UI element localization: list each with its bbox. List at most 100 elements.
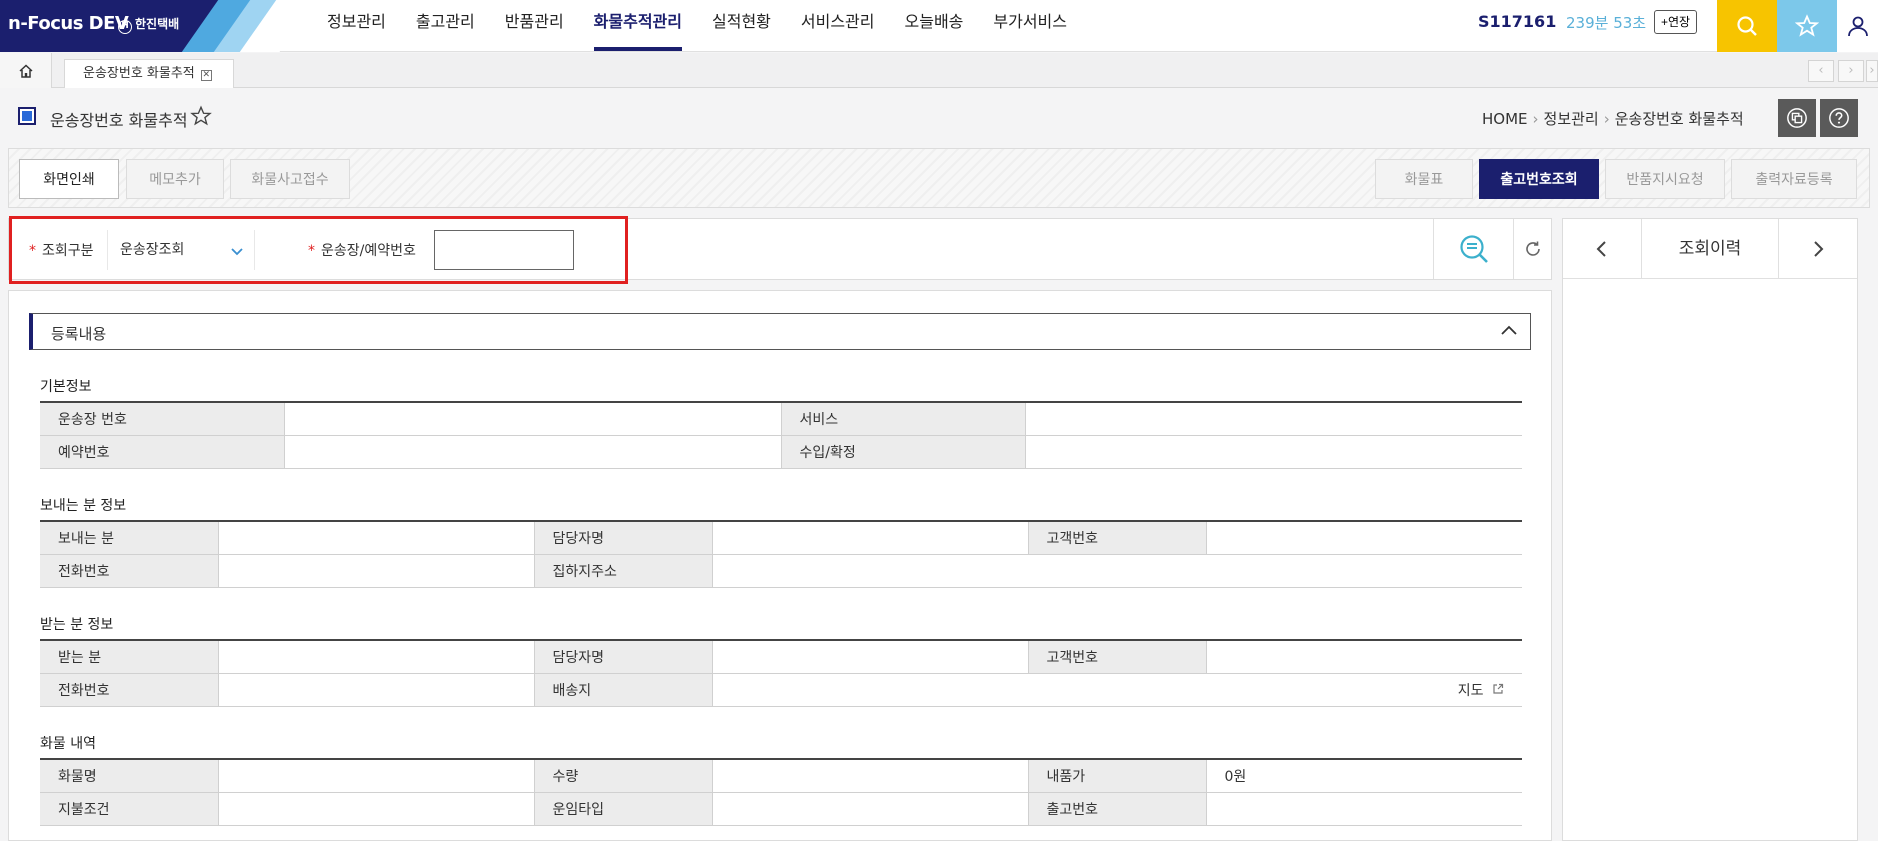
user-menu-button[interactable] <box>1837 0 1878 52</box>
add-memo-button[interactable]: 메모추가 <box>126 159 224 199</box>
table-row: 전화번호 배송지 지도 <box>40 673 1522 707</box>
sender-name-header: 보내는 분 <box>40 521 219 555</box>
nav-item-return[interactable]: 반품관리 <box>490 0 579 52</box>
tab-bar: 운송장번호 화물추적 ✕ ‹ › › <box>0 53 1878 88</box>
nav-item-extra-service[interactable]: 부가서비스 <box>978 0 1082 52</box>
payment-terms-header: 지불조건 <box>40 792 219 826</box>
nav-item-tracking[interactable]: 화물추적관리 <box>579 0 697 52</box>
company-name: H 한진택배 <box>118 15 179 34</box>
receiver-info-table: 받는 분 담당자명 고객번호 전화번호 배송지 지도 <box>40 639 1522 707</box>
table-row: 운송장 번호 서비스 <box>40 402 1522 436</box>
map-link[interactable]: 지도 <box>1458 680 1504 700</box>
release-number-lookup-button[interactable]: 출고번호조회 <box>1479 159 1599 199</box>
return-request-button[interactable]: 반품지시요청 <box>1605 159 1725 199</box>
search-icon <box>1737 16 1757 36</box>
help-icon <box>1829 108 1849 128</box>
search-button[interactable] <box>1433 219 1513 279</box>
cargo-name-value <box>218 759 535 793</box>
global-search-button[interactable] <box>1717 0 1777 52</box>
waybill-number-header: 운송장 번호 <box>40 402 285 436</box>
external-link-icon <box>1493 683 1504 694</box>
section-header-registration[interactable]: 등록내용 <box>29 313 1531 350</box>
sender-name-value <box>218 521 535 555</box>
nav-item-release[interactable]: 출고관리 <box>401 0 490 52</box>
delivery-address-header: 배송지 <box>534 673 713 707</box>
import-confirm-header: 수입/확정 <box>781 435 1026 469</box>
copy-screen-button[interactable] <box>1778 99 1816 137</box>
star-icon <box>1795 14 1819 37</box>
main-nav: 정보관리 출고관리 반품관리 화물추적관리 실적현황 서비스관리 오늘배송 부가… <box>312 0 1082 52</box>
chevron-up-icon[interactable] <box>1500 322 1518 344</box>
cargo-name-header: 화물명 <box>40 759 219 793</box>
release-number-value <box>1206 792 1522 826</box>
group-title-sender: 보내는 분 정보 <box>40 498 127 514</box>
report-accident-button[interactable]: 화물사고접수 <box>230 159 350 199</box>
hanjin-logo-icon: H <box>118 20 132 34</box>
nav-item-info[interactable]: 정보관리 <box>312 0 401 52</box>
tab-waybill-tracking[interactable]: 운송장번호 화물추적 ✕ <box>64 59 234 88</box>
page-icon <box>18 107 36 125</box>
quantity-header: 수량 <box>534 759 713 793</box>
history-panel: 조회이력 <box>1562 218 1858 841</box>
output-register-button[interactable]: 출력자료등록 <box>1731 159 1857 199</box>
receiver-manager-value <box>712 640 1029 674</box>
delivery-address-value: 지도 <box>712 673 1522 707</box>
help-button[interactable] <box>1820 99 1858 137</box>
history-next-button[interactable] <box>1779 219 1857 279</box>
session-timer: 239분 53초 <box>1566 14 1647 32</box>
group-title-receiver: 받는 분 정보 <box>40 617 114 633</box>
chevron-right-icon: › <box>1848 63 1854 78</box>
waybill-number-value <box>284 402 782 436</box>
receiver-phone-value <box>218 673 535 707</box>
table-row: 지불조건 운임타입 출고번호 <box>40 792 1522 826</box>
group-title-basic: 기본정보 <box>40 379 92 395</box>
receiver-phone-header: 전화번호 <box>40 673 219 707</box>
history-prev-button[interactable] <box>1563 219 1641 279</box>
home-tab[interactable] <box>0 53 52 88</box>
chevron-right-icon: › <box>1532 110 1539 128</box>
basic-info-table: 운송장 번호 서비스 예약번호 수입/확정 <box>40 401 1522 469</box>
add-favorite-button[interactable] <box>190 105 212 131</box>
reservation-number-value <box>284 435 782 469</box>
refresh-icon <box>1525 241 1540 256</box>
copy-icon <box>1787 108 1807 128</box>
close-icon[interactable]: ✕ <box>200 70 212 81</box>
reset-button[interactable] <box>1513 219 1551 279</box>
logo[interactable]: n-Focus DEV H 한진택배 <box>0 0 280 52</box>
chevron-left-icon: ‹ <box>1818 63 1824 78</box>
nav-item-service[interactable]: 서비스관리 <box>786 0 890 52</box>
sender-manager-header: 담당자명 <box>534 521 713 555</box>
logo-text: n-Focus DEV <box>8 13 129 34</box>
sender-info-table: 보내는 분 담당자명 고객번호 전화번호 집하지주소 <box>40 520 1522 588</box>
pickup-address-header: 집하지주소 <box>534 554 713 588</box>
table-row: 화물명 수량 내품가 0원 <box>40 759 1522 793</box>
nav-item-performance[interactable]: 실적현황 <box>697 0 786 52</box>
extend-session-button[interactable]: +연장 <box>1654 10 1698 34</box>
page-title: 운송장번호 화물추적 <box>50 111 188 130</box>
tab-scroll-left-button[interactable]: ‹ <box>1808 60 1834 82</box>
favorites-button[interactable] <box>1777 0 1837 52</box>
breadcrumb-home[interactable]: HOME <box>1482 110 1528 128</box>
tab-menu-button[interactable]: › <box>1866 60 1878 82</box>
section-title: 등록내용 <box>51 325 107 343</box>
receiver-name-header: 받는 분 <box>40 640 219 674</box>
home-icon <box>18 63 33 78</box>
receiver-manager-header: 담당자명 <box>534 640 713 674</box>
user-icon <box>1847 16 1868 37</box>
payment-terms-value <box>218 792 535 826</box>
nav-item-today-delivery[interactable]: 오늘배송 <box>890 0 979 52</box>
breadcrumb-info[interactable]: 정보관리 <box>1544 110 1599 128</box>
cargo-label-button[interactable]: 화물표 <box>1375 159 1473 199</box>
search-list-icon <box>1459 235 1488 263</box>
fare-type-value <box>712 792 1029 826</box>
chevron-left-icon <box>1596 241 1606 257</box>
receiver-name-value <box>218 640 535 674</box>
sender-phone-header: 전화번호 <box>40 554 219 588</box>
print-screen-button[interactable]: 화면인쇄 <box>19 159 119 199</box>
service-header: 서비스 <box>781 402 1026 436</box>
table-row: 전화번호 집하지주소 <box>40 554 1522 588</box>
top-bar: n-Focus DEV H 한진택배 정보관리 출고관리 반품관리 화물추적관리 … <box>0 0 1878 52</box>
receiver-customer-no-header: 고객번호 <box>1028 640 1207 674</box>
group-title-cargo: 화물 내역 <box>40 736 96 752</box>
tab-scroll-right-button[interactable]: › <box>1838 60 1864 82</box>
